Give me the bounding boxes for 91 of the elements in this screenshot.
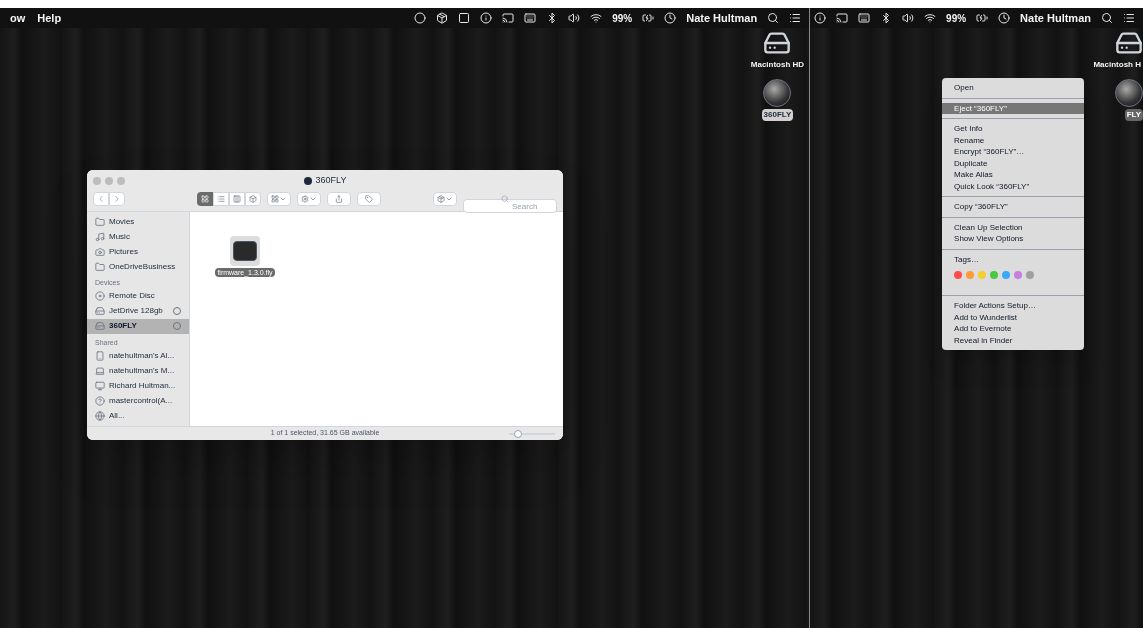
drive-icon [303, 177, 312, 185]
desktop-icon-label[interactable]: Macintosh H [1091, 59, 1143, 71]
sidebar-item-icon [95, 246, 105, 257]
sidebar-item[interactable]: JetDrive 128gb [87, 303, 189, 319]
user-name[interactable]: Nate Hultman [1020, 9, 1091, 27]
sidebar-item-icon [95, 216, 105, 227]
search-icon [501, 194, 509, 203]
battery-icon[interactable] [642, 12, 655, 24]
record-icon[interactable] [414, 12, 427, 24]
battery-percent: 99% [612, 11, 633, 26]
airplay-icon[interactable] [836, 12, 849, 24]
volume-icon[interactable] [902, 12, 915, 24]
menu-item[interactable]: Make Alias [942, 169, 1085, 181]
menu-item[interactable]: Encrypt “360FLY”… [942, 146, 1085, 158]
desktop-icon-label[interactable]: Macintosh HD [748, 59, 807, 71]
menu-item[interactable]: Rename [942, 134, 1085, 146]
sidebar-item-icon [95, 231, 105, 242]
sidebar-item-icon [95, 380, 105, 391]
sidebar-item[interactable]: Remote Disc [87, 288, 189, 304]
desktop-icon-label[interactable]: 360FLY [761, 109, 794, 121]
sidebar-item-icon [95, 395, 105, 406]
sidebar-item-icon [95, 410, 105, 421]
menu-item[interactable]: Tags… [942, 253, 1085, 265]
menu-item[interactable]: Add to Evernote [942, 323, 1085, 335]
menu-item[interactable]: Eject “360FLY” [942, 102, 1085, 114]
sidebar-item[interactable]: Music [87, 229, 189, 244]
menu-item[interactable]: Open [942, 82, 1085, 94]
icon-view-button[interactable] [197, 191, 213, 206]
sidebar-item-icon [95, 365, 105, 376]
sidebar-item[interactable]: All... [87, 408, 189, 423]
sidebar-item-icon [95, 291, 105, 301]
settings-icon [301, 194, 309, 203]
box-icon [437, 194, 445, 203]
list-icon [217, 194, 225, 203]
airplay-icon[interactable] [502, 12, 515, 24]
sidebar-item[interactable]: mastercontrol(A... [87, 393, 189, 408]
wifi-icon[interactable] [590, 12, 603, 24]
menu-item[interactable]: Help [31, 9, 68, 27]
clock-icon[interactable] [664, 12, 677, 24]
menu-item[interactable]: Get Info [942, 123, 1085, 135]
menu-item[interactable]: Duplicate [942, 157, 1085, 169]
sidebar-item[interactable]: natehultman's Al... [87, 348, 189, 363]
menu-item[interactable]: Folder Actions Setup… [942, 300, 1085, 312]
search-icon[interactable] [1101, 12, 1113, 24]
sidebar-item[interactable]: Pictures [87, 244, 189, 259]
sidebar-item[interactable]: Movies [87, 214, 189, 229]
grid-icon [271, 194, 279, 203]
clock-icon[interactable] [998, 12, 1011, 24]
search-field[interactable]: Search [463, 199, 557, 213]
window-title: 360FLY [315, 174, 347, 188]
user-name[interactable]: Nate Hultman [686, 9, 758, 27]
menu-item[interactable]: Add to Wunderlist [942, 311, 1085, 323]
sidebar-item[interactable]: OneDriveBusiness [87, 259, 189, 274]
wifi-icon[interactable] [924, 12, 937, 24]
volume-icon[interactable] [568, 12, 581, 24]
chevron-right-icon [112, 193, 122, 204]
sidebar-item-icon [95, 261, 105, 272]
columns-icon [233, 194, 241, 203]
sphere-camera-icon[interactable] [763, 79, 792, 107]
keyboard-icon[interactable] [858, 12, 871, 24]
list-icon[interactable] [1123, 12, 1135, 24]
menu-item[interactable]: Reveal in Finder [942, 334, 1085, 346]
sidebar-item-icon [95, 350, 105, 361]
zoom-slider-thumb[interactable] [514, 429, 523, 438]
menu-item[interactable]: Quick Look “360FLY” [942, 180, 1085, 192]
battery-percent: 99% [946, 11, 967, 26]
sidebar-item[interactable]: natehultman's M... [87, 363, 189, 378]
list-icon[interactable] [789, 12, 802, 24]
file-icon[interactable] [230, 236, 260, 266]
info-icon[interactable] [814, 12, 827, 24]
sidebar-item-icon [95, 321, 105, 331]
battery-icon[interactable] [976, 12, 989, 24]
tag-icon [365, 194, 373, 203]
desktop-icon-label[interactable]: FLY [1124, 109, 1143, 121]
gallery-icon [249, 194, 257, 203]
sidebar-item-icon [95, 306, 105, 316]
sidebar-item[interactable]: Richard Hultman... [87, 378, 189, 393]
sphere-camera-icon[interactable] [1115, 79, 1143, 107]
keyboard-icon[interactable] [524, 12, 537, 24]
menu-item[interactable]: ow [4, 9, 32, 27]
info-icon[interactable] [480, 12, 493, 24]
sidebar-item[interactable]: 360FLY [87, 318, 189, 334]
menu-item[interactable]: Clean Up Selection [942, 221, 1085, 233]
menu-item[interactable]: Copy “360FLY” [942, 201, 1085, 213]
square-icon[interactable] [458, 12, 471, 24]
grid-icon [201, 194, 209, 203]
search-icon[interactable] [767, 12, 780, 24]
box-icon[interactable] [436, 12, 449, 24]
share-icon [335, 194, 343, 203]
chevron-left-icon [96, 193, 106, 204]
menu-item[interactable]: Show View Options [942, 233, 1085, 245]
